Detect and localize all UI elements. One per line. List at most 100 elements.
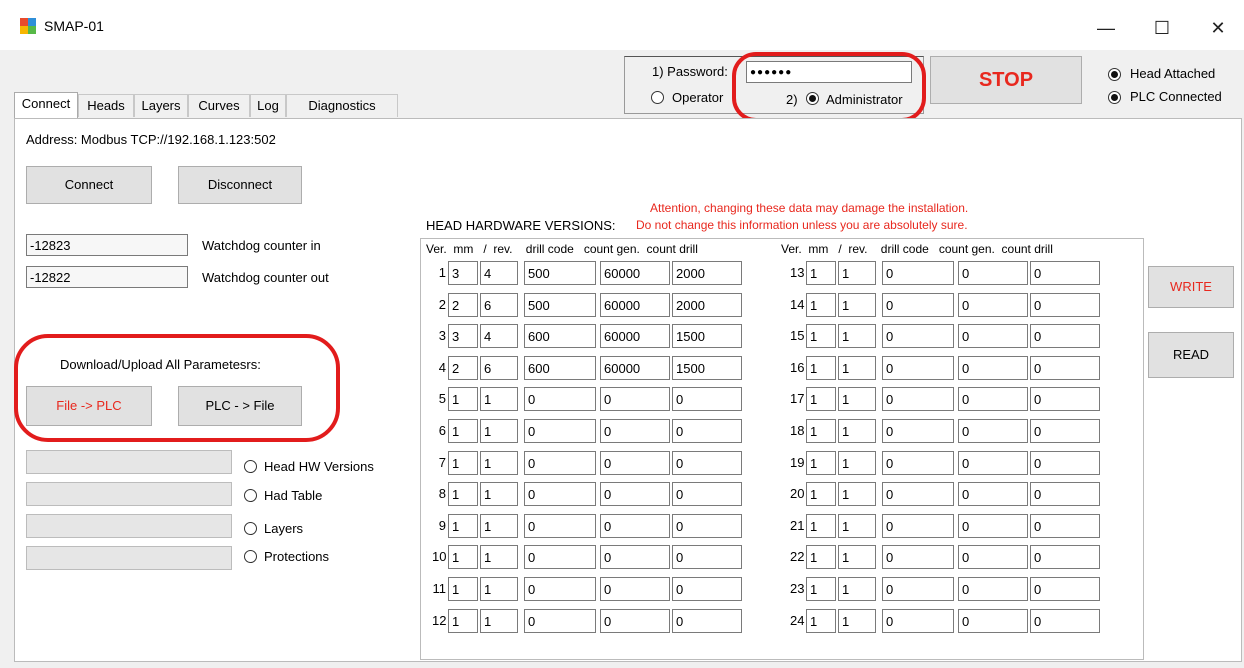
grid-cell[interactable]: 1 — [838, 608, 876, 633]
grid-cell[interactable]: 0 — [958, 387, 1028, 412]
grid-cell[interactable]: 1 — [838, 482, 876, 507]
grid-cell[interactable]: 1 — [480, 419, 518, 443]
grid-cell[interactable]: 0 — [524, 545, 596, 570]
disconnect-button[interactable]: Disconnect — [178, 166, 302, 204]
grid-cell[interactable]: 0 — [958, 355, 1028, 380]
grid-cell[interactable]: 0 — [524, 387, 596, 412]
grid-cell[interactable]: 0 — [672, 482, 742, 507]
grid-cell[interactable]: 3 — [448, 261, 478, 285]
grid-cell[interactable]: 0 — [958, 450, 1028, 475]
grid-cell[interactable]: 0 — [600, 608, 670, 633]
grid-cell[interactable]: 0 — [600, 513, 670, 538]
grid-cell[interactable]: 0 — [882, 545, 954, 570]
grid-cell[interactable]: 1 — [480, 513, 518, 538]
grid-cell[interactable]: 0 — [882, 292, 954, 317]
grid-cell[interactable]: 0 — [882, 608, 954, 633]
grid-cell[interactable]: 1 — [838, 324, 876, 349]
grid-cell[interactable]: 0 — [882, 577, 954, 601]
grid-cell[interactable]: 0 — [882, 482, 954, 507]
grid-cell[interactable]: 0 — [882, 450, 954, 475]
grid-cell[interactable]: 0 — [600, 545, 670, 570]
grid-cell[interactable]: 0 — [1030, 387, 1100, 412]
tab-heads[interactable]: Heads — [78, 94, 134, 117]
grid-cell[interactable]: 4 — [480, 324, 518, 349]
grid-cell[interactable]: 1 — [448, 482, 478, 507]
grid-cell[interactable]: 0 — [958, 419, 1028, 443]
grid-cell[interactable]: 1 — [448, 545, 478, 570]
grid-cell[interactable]: 0 — [958, 577, 1028, 601]
grid-cell[interactable]: 0 — [672, 545, 742, 570]
grid-cell[interactable]: 1 — [838, 577, 876, 601]
grid-cell[interactable]: 1 — [838, 450, 876, 475]
grid-cell[interactable]: 0 — [524, 608, 596, 633]
grid-cell[interactable]: 1 — [806, 482, 836, 507]
grid-cell[interactable]: 0 — [1030, 545, 1100, 570]
grid-cell[interactable]: 500 — [524, 292, 596, 317]
grid-cell[interactable]: 500 — [524, 261, 596, 285]
tab-curves[interactable]: Curves — [188, 94, 250, 117]
grid-cell[interactable]: 1 — [448, 419, 478, 443]
grid-cell[interactable]: 2 — [448, 292, 478, 317]
grid-cell[interactable]: 0 — [524, 513, 596, 538]
grid-cell[interactable]: 4 — [480, 261, 518, 285]
grid-cell[interactable]: 60000 — [600, 261, 670, 285]
grid-cell[interactable]: 0 — [1030, 324, 1100, 349]
grid-cell[interactable]: 1 — [838, 545, 876, 570]
grid-cell[interactable]: 1 — [448, 513, 478, 538]
operator-radio[interactable] — [651, 91, 664, 104]
grid-cell[interactable]: 0 — [958, 545, 1028, 570]
maximize-button[interactable]: ☐ — [1140, 14, 1184, 42]
grid-cell[interactable]: 0 — [672, 608, 742, 633]
write-button[interactable]: WRITE — [1148, 266, 1234, 308]
grid-cell[interactable]: 2000 — [672, 261, 742, 285]
grid-cell[interactable]: 1 — [806, 324, 836, 349]
stop-button[interactable]: STOP — [930, 56, 1082, 104]
grid-cell[interactable]: 1 — [480, 450, 518, 475]
head-hw-versions-radio[interactable] — [244, 460, 257, 473]
protections-radio[interactable] — [244, 550, 257, 563]
grid-cell[interactable]: 1 — [838, 387, 876, 412]
grid-cell[interactable]: 0 — [1030, 292, 1100, 317]
grid-cell[interactable]: 0 — [1030, 482, 1100, 507]
grid-cell[interactable]: 0 — [672, 513, 742, 538]
grid-cell[interactable]: 0 — [882, 419, 954, 443]
grid-cell[interactable]: 0 — [1030, 577, 1100, 601]
grid-cell[interactable]: 0 — [882, 324, 954, 349]
grid-cell[interactable]: 1 — [838, 419, 876, 443]
grid-cell[interactable]: 60000 — [600, 292, 670, 317]
grid-cell[interactable]: 0 — [524, 419, 596, 443]
grid-cell[interactable]: 1 — [838, 355, 876, 380]
grid-cell[interactable]: 0 — [1030, 419, 1100, 443]
grid-cell[interactable]: 0 — [672, 387, 742, 412]
grid-cell[interactable]: 0 — [958, 261, 1028, 285]
grid-cell[interactable]: 0 — [958, 482, 1028, 507]
grid-cell[interactable]: 2000 — [672, 292, 742, 317]
grid-cell[interactable]: 0 — [882, 513, 954, 538]
grid-cell[interactable]: 0 — [958, 324, 1028, 349]
grid-cell[interactable]: 1 — [480, 608, 518, 633]
read-button[interactable]: READ — [1148, 332, 1234, 378]
grid-cell[interactable]: 0 — [1030, 450, 1100, 475]
minimize-button[interactable]: — — [1084, 14, 1128, 42]
grid-cell[interactable]: 0 — [1030, 261, 1100, 285]
grid-cell[interactable]: 0 — [882, 387, 954, 412]
grid-cell[interactable]: 600 — [524, 355, 596, 380]
grid-cell[interactable]: 1 — [806, 261, 836, 285]
grid-cell[interactable]: 600 — [524, 324, 596, 349]
grid-cell[interactable]: 1 — [806, 387, 836, 412]
grid-cell[interactable]: 0 — [958, 292, 1028, 317]
grid-cell[interactable]: 1 — [448, 577, 478, 601]
grid-cell[interactable]: 1 — [480, 482, 518, 507]
grid-cell[interactable]: 1 — [838, 513, 876, 538]
tab-log[interactable]: Log — [250, 94, 286, 117]
grid-cell[interactable]: 0 — [524, 577, 596, 601]
grid-cell[interactable]: 1 — [480, 545, 518, 570]
grid-cell[interactable]: 1 — [480, 577, 518, 601]
grid-cell[interactable]: 0 — [958, 513, 1028, 538]
tab-connect[interactable]: Connect — [14, 92, 78, 118]
grid-cell[interactable]: 0 — [524, 450, 596, 475]
grid-cell[interactable]: 0 — [600, 482, 670, 507]
grid-cell[interactable]: 0 — [1030, 513, 1100, 538]
connect-button[interactable]: Connect — [26, 166, 152, 204]
grid-cell[interactable]: 0 — [524, 482, 596, 507]
